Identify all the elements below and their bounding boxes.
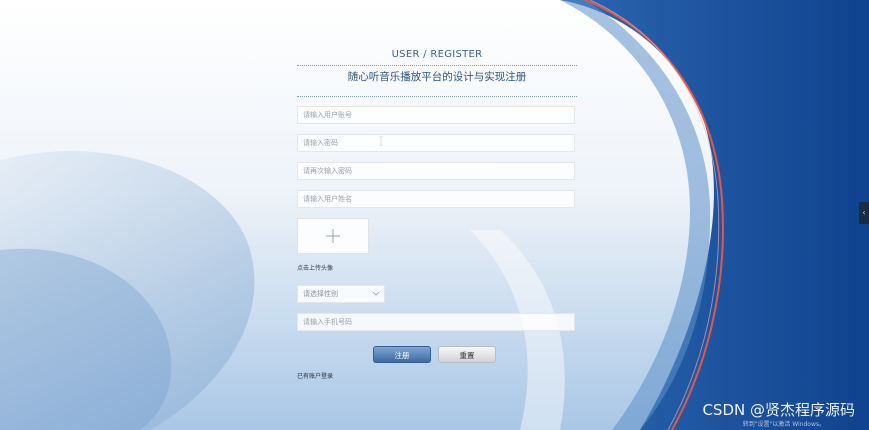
chevron-down-icon: [373, 292, 379, 296]
register-button[interactable]: 注册: [373, 346, 431, 363]
watermark: CSDN @贤杰程序源码: [702, 401, 855, 419]
confirm-password-input[interactable]: [297, 162, 575, 180]
gender-select-placeholder: 请选择性别: [303, 290, 338, 298]
activation-notice: 转到"设置"以激活 Windows。: [742, 421, 825, 428]
page-title: 随心听音乐播放平台的设计与实现注册: [297, 70, 577, 97]
plus-icon: [326, 229, 340, 243]
login-link[interactable]: 已有账户登录: [297, 371, 333, 380]
gender-select[interactable]: 请选择性别: [297, 285, 385, 303]
account-input[interactable]: [297, 106, 575, 124]
avatar-upload-hint: 点击上传头像: [297, 265, 334, 272]
reset-button[interactable]: 重置: [438, 346, 496, 363]
chevron-left-icon: ‹: [862, 208, 866, 217]
name-input[interactable]: [297, 190, 575, 208]
title-en: USER / REGISTER: [297, 48, 577, 66]
register-form: USER / REGISTER 随心听音乐播放平台的设计与实现注册 点击上传头像…: [297, 48, 577, 380]
form-header: USER / REGISTER 随心听音乐播放平台的设计与实现注册: [297, 48, 577, 97]
avatar-upload[interactable]: [297, 218, 369, 254]
password-input[interactable]: [297, 134, 575, 152]
side-toggle-button[interactable]: ‹: [859, 202, 869, 224]
phone-input[interactable]: [297, 313, 575, 331]
